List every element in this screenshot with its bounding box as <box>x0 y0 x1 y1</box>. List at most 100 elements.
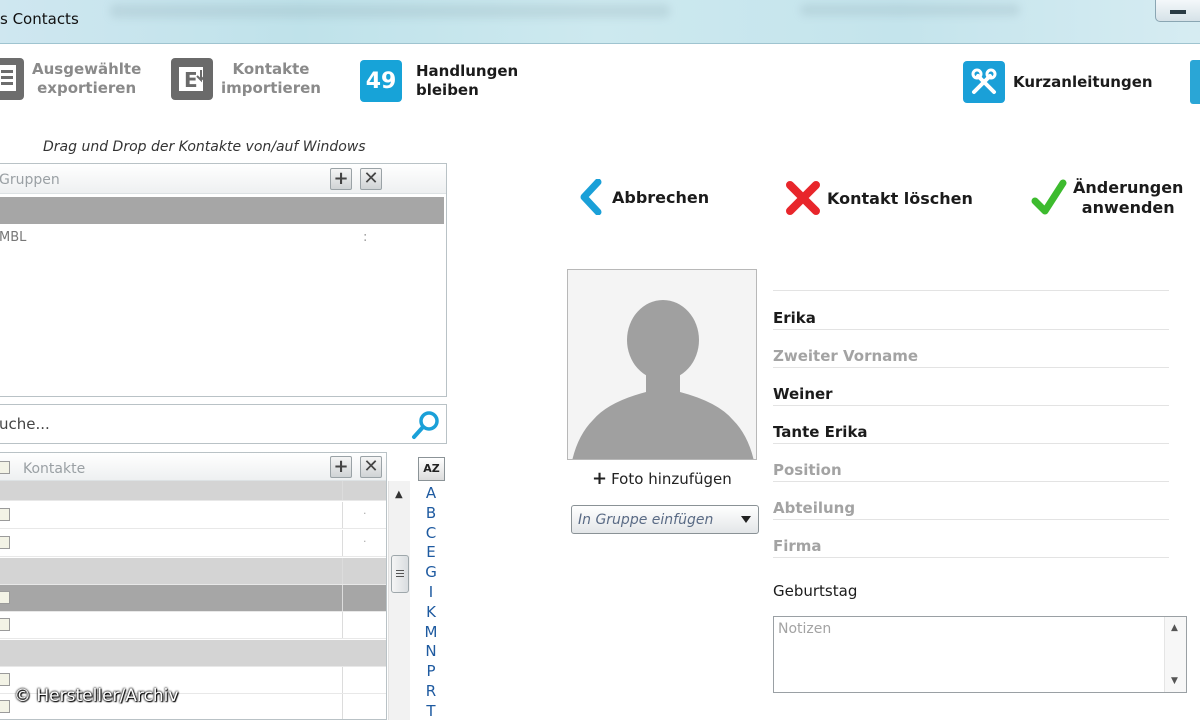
alphabet-letter[interactable]: G <box>422 563 440 583</box>
help-icon[interactable] <box>1190 60 1200 104</box>
close-icon: ✕ <box>363 456 379 477</box>
cancel-button[interactable]: Abbrechen <box>578 179 709 215</box>
contacts-panel: Kontakte + ✕ · · <box>0 452 387 720</box>
group-select-dropdown[interactable]: In Gruppe einfügen <box>571 505 759 534</box>
sort-az-button[interactable]: AZ <box>418 457 445 481</box>
alphabet-letter[interactable]: I <box>422 583 440 603</box>
department-field[interactable]: Abteilung <box>773 482 1169 520</box>
group-item-label[interactable]: MBL <box>0 230 26 245</box>
select-all-checkbox[interactable] <box>0 461 10 474</box>
scroll-up-icon[interactable]: ▲ <box>395 489 403 500</box>
add-photo-button[interactable]: + Foto hinzufügen <box>592 468 732 489</box>
import-icon: E <box>171 58 213 100</box>
chevron-down-icon <box>741 516 751 523</box>
group-row-selected[interactable] <box>0 197 444 224</box>
contact-photo[interactable] <box>567 269 757 460</box>
minimize-button[interactable] <box>1155 0 1200 22</box>
department-placeholder[interactable]: Abteilung <box>773 499 855 517</box>
import-contacts-label: Kontakte importieren <box>221 60 321 97</box>
export-selected-label: Ausgewählte exportieren <box>32 60 142 97</box>
column-separator <box>342 667 343 693</box>
list-item[interactable]: · <box>0 502 386 529</box>
import-contacts-button[interactable]: E Kontakte importieren <box>171 58 321 100</box>
first-name-field[interactable]: Erika <box>773 292 1169 330</box>
add-contact-button[interactable]: + <box>330 456 352 478</box>
column-separator <box>342 481 343 500</box>
search-icon[interactable] <box>410 409 442 441</box>
alphabet-letter[interactable]: K <box>422 603 440 623</box>
delete-contact-action[interactable]: Kontakt löschen <box>785 180 973 216</box>
column-separator <box>342 558 343 584</box>
contacts-header: Kontakte + ✕ <box>0 453 386 481</box>
company-field[interactable]: Firma <box>773 520 1169 558</box>
alphabet-letter[interactable]: A <box>422 484 440 504</box>
apply-changes-button[interactable]: Änderungen anwenden <box>1031 178 1183 218</box>
plus-icon: + <box>592 468 608 489</box>
row-checkbox[interactable] <box>0 700 10 713</box>
alphabet-letter[interactable]: M <box>422 623 440 643</box>
alphabet-letter[interactable]: C <box>422 524 440 544</box>
plus-icon: + <box>333 456 349 477</box>
row-checkbox[interactable] <box>0 536 10 549</box>
title-bar-blur <box>800 4 1020 16</box>
middle-name-field[interactable]: Zweiter Vorname <box>773 330 1169 368</box>
last-name-field[interactable]: Weiner <box>773 368 1169 406</box>
last-name-value[interactable]: Weiner <box>773 385 833 403</box>
column-separator <box>342 585 343 611</box>
notes-scrollbar[interactable]: ▲ ▼ <box>1164 617 1186 692</box>
quickguide-button[interactable]: Kurzanleitungen <box>963 61 1153 103</box>
list-item-selected[interactable] <box>0 585 386 612</box>
copyright-watermark: © Hersteller/Archiv <box>14 686 179 706</box>
list-item[interactable] <box>0 558 386 585</box>
list-item[interactable] <box>0 612 386 639</box>
alphabet-letter[interactable]: B <box>422 504 440 524</box>
window-title: s Contacts <box>0 10 79 28</box>
search-input[interactable]: uche... <box>0 415 50 433</box>
checkmark-icon <box>1031 179 1067 215</box>
notes-textarea[interactable]: Notizen ▲ ▼ <box>773 616 1187 693</box>
cancel-label: Abbrechen <box>612 187 710 207</box>
alphabet-letter[interactable]: R <box>422 682 440 702</box>
contacts-scrollbar[interactable]: ▲ <box>388 481 410 720</box>
alphabet-letter[interactable]: E <box>422 543 440 563</box>
row-checkbox[interactable] <box>0 508 10 521</box>
row-dot: · <box>363 507 367 520</box>
alphabet-letter[interactable]: T <box>422 702 440 720</box>
actions-count-badge: 49 <box>360 60 402 102</box>
close-icon: ✕ <box>363 168 379 189</box>
delete-contact-button[interactable]: ✕ <box>360 456 382 478</box>
first-name-value[interactable]: Erika <box>773 309 816 327</box>
search-box[interactable]: uche... <box>0 404 447 444</box>
alphabet-index: A B C E G I K M N P R T <box>422 484 440 720</box>
plus-icon: + <box>333 168 349 189</box>
display-name-value[interactable]: Tante Erika <box>773 423 868 441</box>
scroll-thumb[interactable] <box>391 555 409 593</box>
alphabet-letter[interactable]: N <box>422 642 440 662</box>
delete-group-button[interactable]: ✕ <box>360 168 382 190</box>
display-name-field[interactable]: Tante Erika <box>773 406 1169 444</box>
scroll-down-icon[interactable]: ▼ <box>1171 676 1178 686</box>
company-placeholder[interactable]: Firma <box>773 537 822 555</box>
title-bar: s Contacts <box>0 0 1200 44</box>
delete-x-icon <box>786 181 820 215</box>
birthday-label[interactable]: Geburtstag <box>773 582 857 600</box>
apply-changes-label: Änderungen anwenden <box>1073 178 1184 217</box>
groups-panel: Gruppen + ✕ MBL : <box>0 163 447 397</box>
contacts-header-label: Kontakte <box>23 461 86 477</box>
position-field[interactable]: Position <box>773 444 1169 482</box>
avatar-silhouette-icon <box>568 270 756 459</box>
column-separator <box>342 612 343 638</box>
add-photo-label: Foto hinzufügen <box>611 469 732 488</box>
middle-name-placeholder[interactable]: Zweiter Vorname <box>773 347 918 365</box>
list-item[interactable] <box>0 640 386 667</box>
position-placeholder[interactable]: Position <box>773 461 842 479</box>
row-checkbox[interactable] <box>0 618 10 631</box>
add-group-button[interactable]: + <box>330 168 352 190</box>
list-item[interactable] <box>0 481 386 501</box>
scroll-up-icon[interactable]: ▲ <box>1171 623 1178 633</box>
row-checkbox[interactable] <box>0 591 10 604</box>
list-item[interactable]: · <box>0 530 386 557</box>
alphabet-letter[interactable]: P <box>422 662 440 682</box>
row-checkbox[interactable] <box>0 673 10 686</box>
export-selected-button[interactable]: Ausgewählte exportieren <box>0 58 141 100</box>
